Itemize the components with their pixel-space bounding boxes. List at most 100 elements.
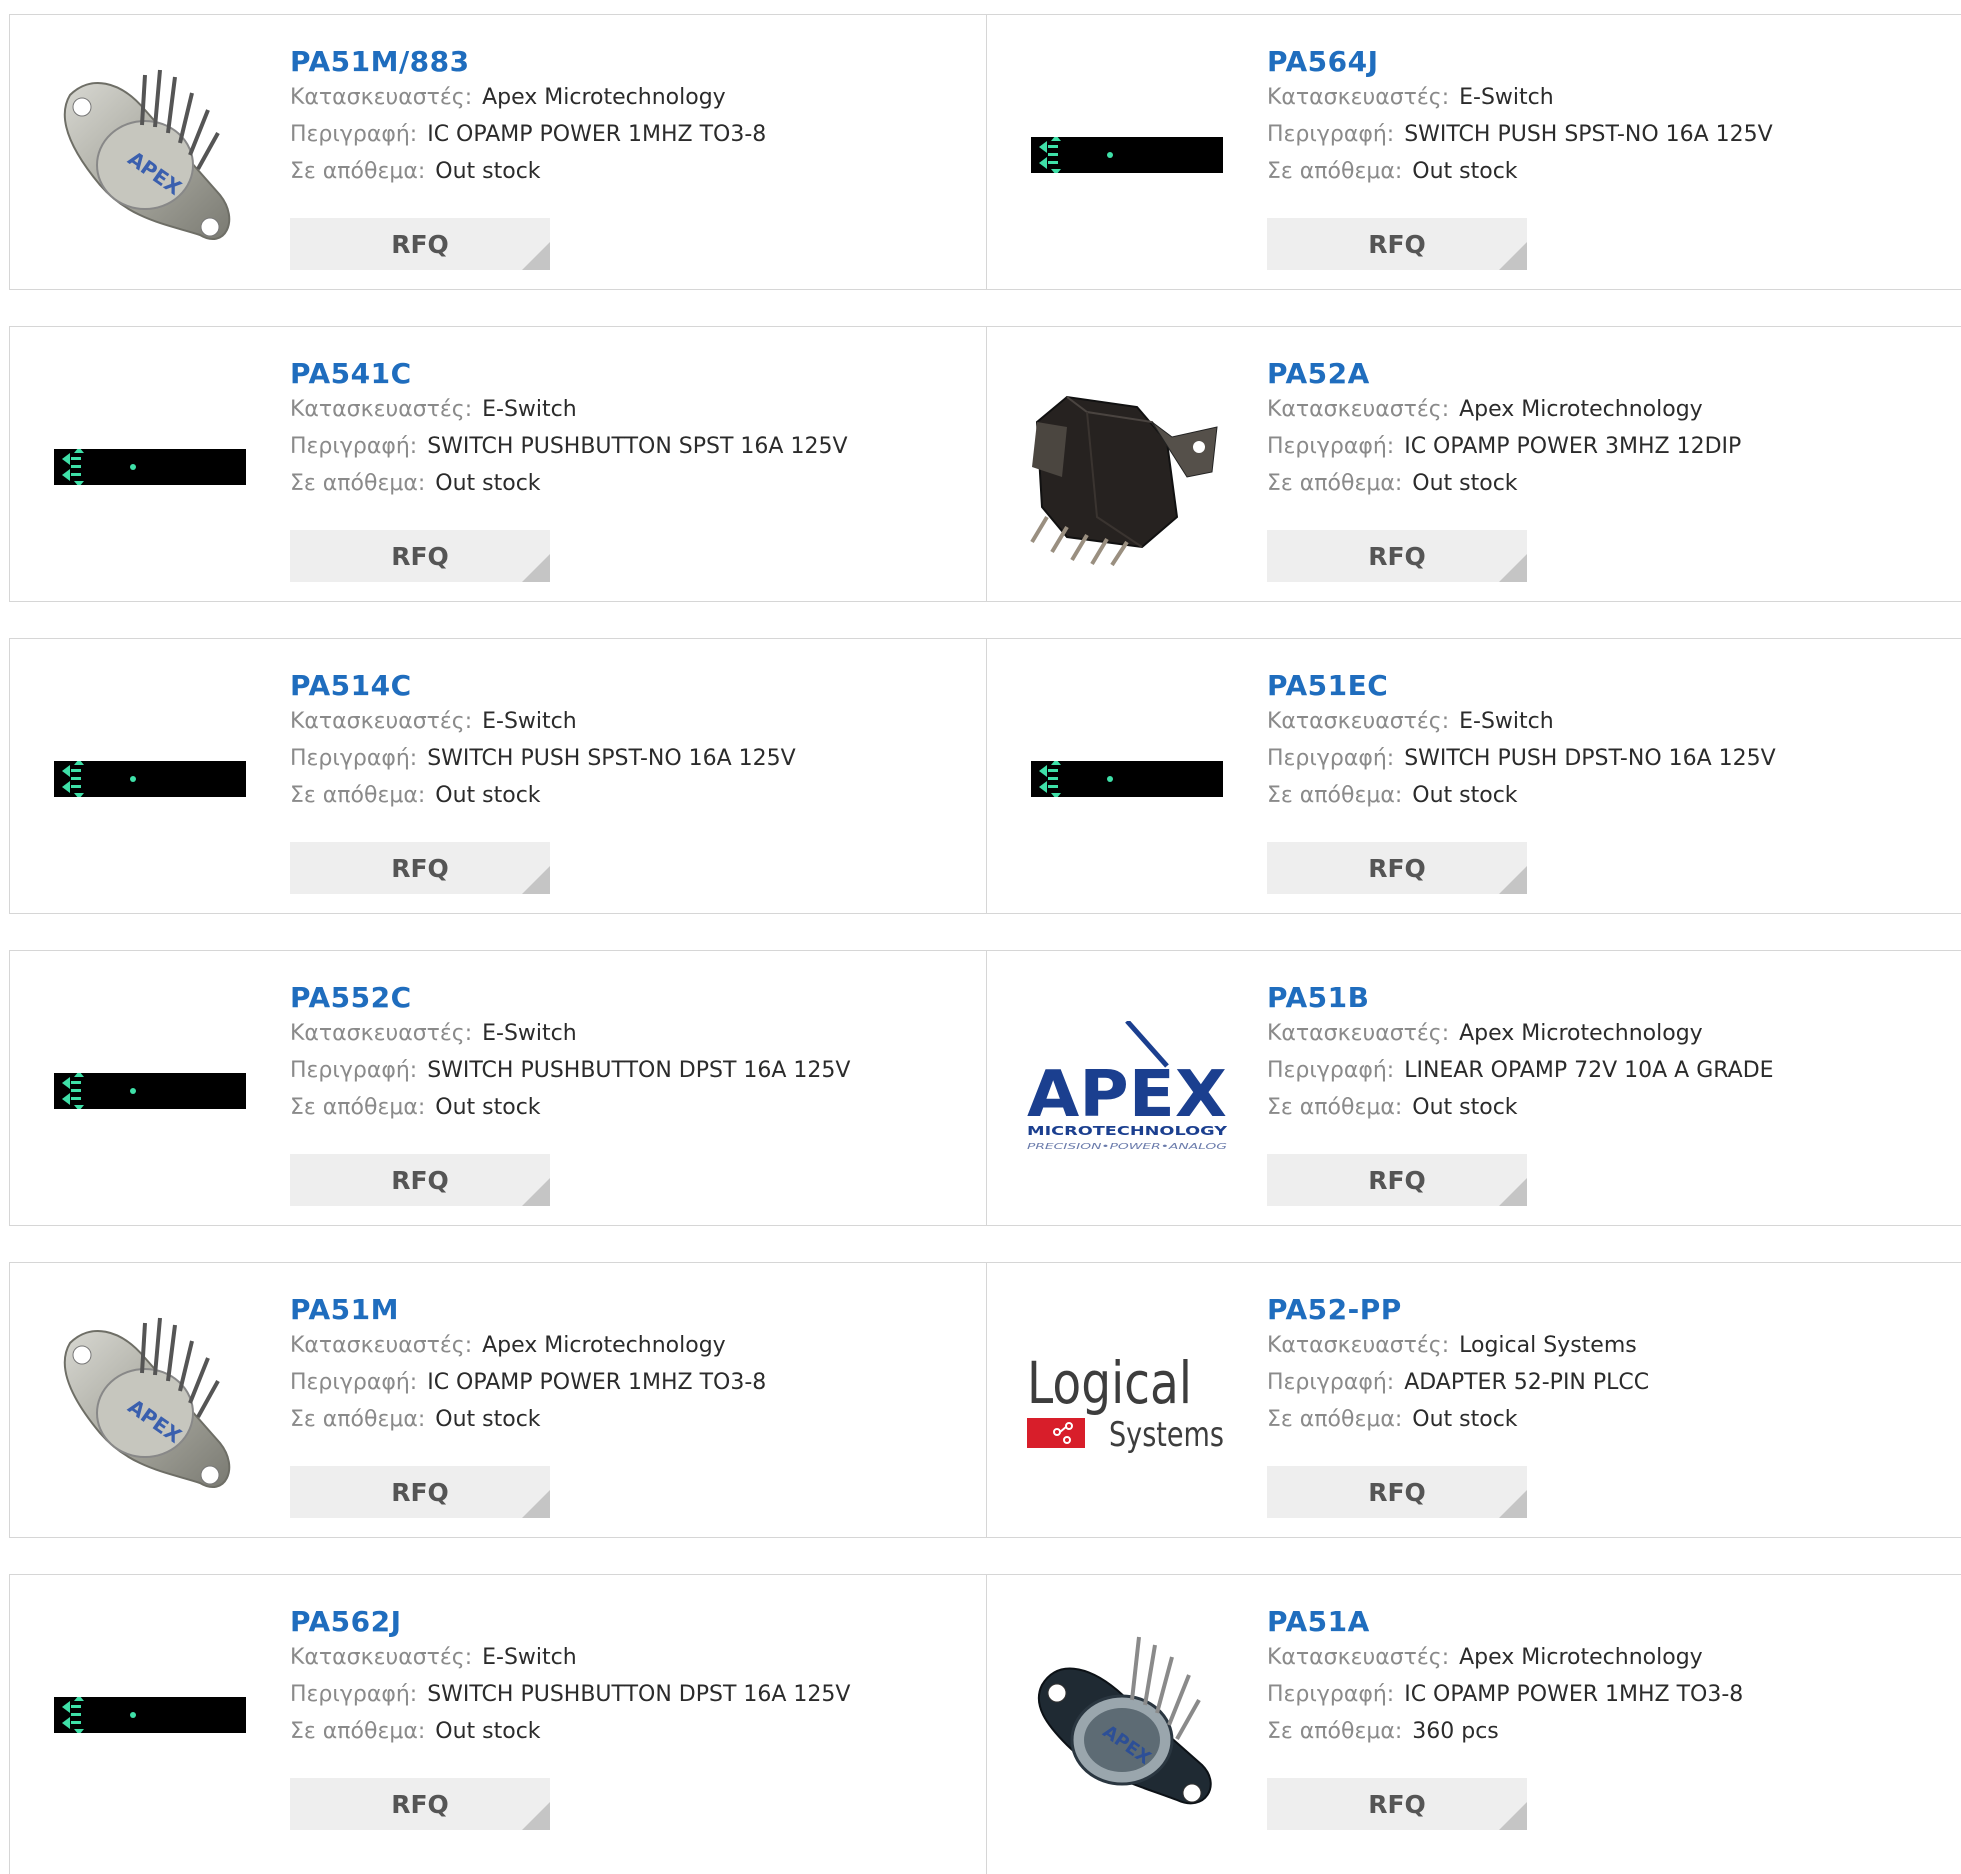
to3-package-icon: APEX [1037, 1636, 1212, 1805]
manufacturer-value: Logical Systems [1459, 1333, 1637, 1358]
switch-placeholder-image [1031, 761, 1223, 797]
manufacturer-value: Apex Microtechnology [1459, 1645, 1703, 1670]
switch-placeholder-image [54, 1073, 246, 1109]
manufacturer-row: Κατασκευαστές: E-Switch [1267, 79, 1947, 116]
description-value: SWITCH PUSHBUTTON DPST 16A 125V [427, 1682, 851, 1707]
stock-value: Out stock [435, 783, 541, 808]
stock-value: 360 pcs [1412, 1719, 1499, 1744]
rfq-button[interactable]: RFQ [290, 1466, 550, 1518]
description-label: Περιγραφή: [290, 746, 418, 771]
stock-value: Out stock [435, 1095, 541, 1120]
stock-label: Σε απόθεμα: [290, 159, 426, 184]
product-info: PA51B Κατασκευαστές: Apex Microtechnology… [1267, 981, 1947, 1126]
part-number-link[interactable]: PA51EC [1267, 669, 1947, 703]
product-image[interactable] [50, 679, 250, 879]
product-info: PA552C Κατασκευαστές: E-Switch Περιγραφή:… [290, 981, 970, 1126]
rfq-button[interactable]: RFQ [1267, 530, 1527, 582]
part-number-link[interactable]: PA562J [290, 1605, 970, 1639]
rfq-label: RFQ [1368, 1165, 1426, 1195]
stock-value: Out stock [1412, 1095, 1518, 1120]
part-number-link[interactable]: PA51M/883 [290, 45, 970, 79]
part-number-link[interactable]: PA51B [1267, 981, 1947, 1015]
product-card: APEX MICROTECHNOLOGY PRECISION•POWER•ANALO… [986, 950, 1961, 1226]
part-number-link[interactable]: PA541C [290, 357, 970, 391]
description-row: Περιγραφή: SWITCH PUSH DPST-NO 16A 125V [1267, 740, 1947, 777]
switch-placeholder-image [1031, 137, 1223, 173]
stock-row: Σε απόθεμα: Out stock [290, 1401, 970, 1438]
product-card: PA514C Κατασκευαστές: E-Switch Περιγραφή:… [9, 638, 988, 914]
rfq-corner-decoration [522, 554, 550, 582]
stock-value: Out stock [435, 471, 541, 496]
product-card: PA552C Κατασκευαστές: E-Switch Περιγραφή:… [9, 950, 988, 1226]
manufacturer-label: Κατασκευαστές: [1267, 1333, 1450, 1358]
rfq-corner-decoration [1499, 242, 1527, 270]
stock-label: Σε απόθεμα: [290, 1407, 426, 1432]
stock-row: Σε απόθεμα: 360 pcs [1267, 1713, 1947, 1750]
rfq-corner-decoration [522, 1178, 550, 1206]
manufacturer-label: Κατασκευαστές: [1267, 1645, 1450, 1670]
product-image[interactable]: APEX [50, 1303, 250, 1503]
rfq-label: RFQ [391, 229, 449, 259]
manufacturer-value: Apex Microtechnology [1459, 1021, 1703, 1046]
description-row: Περιγραφή: IC OPAMP POWER 3MHZ 12DIP [1267, 428, 1947, 465]
product-image[interactable] [1027, 367, 1227, 567]
description-label: Περιγραφή: [290, 1682, 418, 1707]
product-image[interactable] [50, 1615, 250, 1815]
manufacturer-label: Κατασκευαστές: [290, 1645, 473, 1670]
rfq-button[interactable]: RFQ [290, 1778, 550, 1830]
product-image[interactable]: Logical Systems [1027, 1303, 1227, 1503]
manufacturer-value: E-Switch [482, 1021, 577, 1046]
part-number-link[interactable]: PA514C [290, 669, 970, 703]
manufacturer-label: Κατασκευαστές: [290, 1021, 473, 1046]
manufacturer-label: Κατασκευαστές: [1267, 85, 1450, 110]
rfq-button[interactable]: RFQ [1267, 218, 1527, 270]
product-image[interactable]: APEX MICROTECHNOLOGY PRECISION•POWER•ANALO… [1027, 991, 1227, 1191]
rfq-label: RFQ [1368, 229, 1426, 259]
part-number-link[interactable]: PA51M [290, 1293, 970, 1327]
to3-package-icon: APEX [63, 1317, 231, 1488]
rfq-button[interactable]: RFQ [1267, 842, 1527, 894]
product-image[interactable]: APEX [50, 55, 250, 255]
rfq-button[interactable]: RFQ [290, 218, 550, 270]
stock-row: Σε απόθεμα: Out stock [290, 777, 970, 814]
product-image[interactable] [1027, 55, 1227, 255]
description-value: ADAPTER 52-PIN PLCC [1404, 1370, 1650, 1395]
product-card: PA541C Κατασκευαστές: E-Switch Περιγραφή:… [9, 326, 988, 602]
manufacturer-value: Apex Microtechnology [482, 1333, 726, 1358]
description-row: Περιγραφή: SWITCH PUSHBUTTON DPST 16A 125… [290, 1676, 970, 1713]
stock-label: Σε απόθεμα: [1267, 471, 1403, 496]
part-number-link[interactable]: PA552C [290, 981, 970, 1015]
stock-value: Out stock [435, 159, 541, 184]
rfq-button[interactable]: RFQ [1267, 1778, 1527, 1830]
manufacturer-row: Κατασκευαστές: Apex Microtechnology [290, 79, 970, 116]
manufacturer-label: Κατασκευαστές: [290, 397, 473, 422]
product-image[interactable]: APEX [1027, 1615, 1227, 1815]
part-number-link[interactable]: PA52A [1267, 357, 1947, 391]
rfq-corner-decoration [1499, 866, 1527, 894]
product-info: PA514C Κατασκευαστές: E-Switch Περιγραφή:… [290, 669, 970, 814]
product-image[interactable] [50, 991, 250, 1191]
logical-logo-subtext: Systems [1109, 1415, 1224, 1455]
rfq-button[interactable]: RFQ [290, 1154, 550, 1206]
product-image[interactable] [1027, 679, 1227, 879]
part-number-link[interactable]: PA564J [1267, 45, 1947, 79]
rfq-button[interactable]: RFQ [290, 530, 550, 582]
manufacturer-value: E-Switch [482, 397, 577, 422]
description-label: Περιγραφή: [1267, 746, 1395, 771]
product-card: PA564J Κατασκευαστές: E-Switch Περιγραφή:… [986, 14, 1961, 290]
resize-arrows-icon [62, 761, 84, 797]
rfq-corner-decoration [522, 866, 550, 894]
rfq-button[interactable]: RFQ [1267, 1154, 1527, 1206]
manufacturer-value: E-Switch [1459, 85, 1554, 110]
product-info: PA51M/883 Κατασκευαστές: Apex Microtechno… [290, 45, 970, 190]
rfq-label: RFQ [391, 853, 449, 883]
rfq-button[interactable]: RFQ [290, 842, 550, 894]
rfq-button[interactable]: RFQ [1267, 1466, 1527, 1518]
part-number-link[interactable]: PA51A [1267, 1605, 1947, 1639]
stock-label: Σε απόθεμα: [290, 1719, 426, 1744]
product-image[interactable] [50, 367, 250, 567]
part-number-link[interactable]: PA52-PP [1267, 1293, 1947, 1327]
dip-module-icon [1030, 395, 1218, 567]
resize-arrows-icon [62, 449, 84, 485]
manufacturer-value: E-Switch [1459, 709, 1554, 734]
